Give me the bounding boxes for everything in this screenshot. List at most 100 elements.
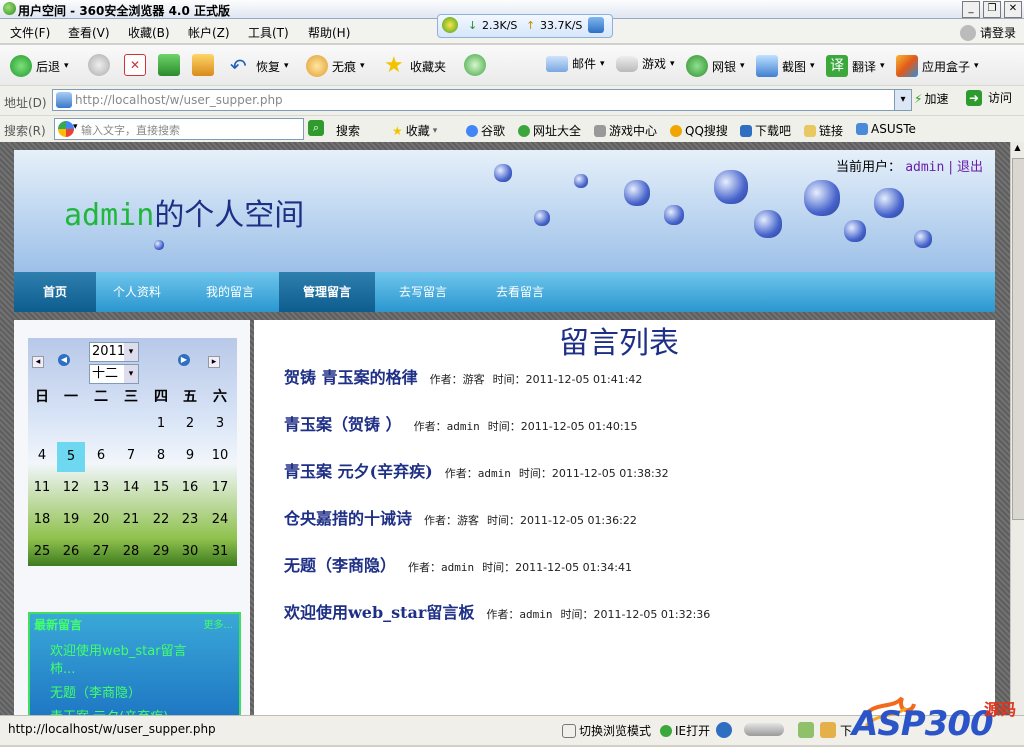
dropdown-icon[interactable]: ▾ <box>880 61 885 71</box>
menu-favorites[interactable]: 收藏(B) <box>128 24 170 41</box>
dropdown-icon[interactable]: ▾ <box>974 61 979 71</box>
screenshot-button[interactable]: 截图 ▾ <box>756 55 815 77</box>
calendar-day[interactable]: 26 <box>57 544 85 559</box>
calendar-day[interactable]: 10 <box>206 448 234 463</box>
calendar-day[interactable]: 14 <box>117 480 145 495</box>
url-input[interactable]: http://localhost/w/user_supper.php ▾ <box>52 89 912 111</box>
message-title-link[interactable]: 青玉案（贺铸 ） <box>284 411 402 435</box>
incognito-button[interactable]: 无痕 ▾ <box>306 55 365 77</box>
calendar-day[interactable]: 1 <box>147 416 175 431</box>
fav-game-center[interactable]: 游戏中心 <box>594 122 657 139</box>
nav-write-message[interactable]: 去写留言 <box>382 272 464 312</box>
close-button[interactable]: ✕ <box>1004 1 1022 18</box>
calendar-day[interactable]: 6 <box>87 448 115 463</box>
calendar-day[interactable]: 29 <box>147 544 175 559</box>
month-select[interactable]: 十二 ▾ <box>89 364 139 384</box>
app-box-button[interactable]: 应用盒子 ▾ <box>896 55 979 77</box>
back-button[interactable]: 后退 ▾ <box>10 55 69 77</box>
calendar-day[interactable]: 2 <box>176 416 204 431</box>
prev-year-icon[interactable]: ◂ <box>32 356 44 368</box>
calendar-day[interactable]: 31 <box>206 544 234 559</box>
prev-month-icon[interactable]: ◀ <box>58 354 70 366</box>
dropdown-icon[interactable]: ▾ <box>600 59 605 69</box>
minimize-button[interactable]: _ <box>962 1 980 18</box>
stop-icon[interactable]: ✕ <box>124 54 146 76</box>
ie-icon[interactable] <box>716 722 732 738</box>
calendar-day[interactable]: 27 <box>87 544 115 559</box>
dropdown-icon[interactable]: ▾ <box>810 61 815 71</box>
calendar-day[interactable]: 11 <box>28 480 56 495</box>
calendar-day[interactable]: 16 <box>176 480 204 495</box>
login-link[interactable]: 请登录 <box>959 24 1016 41</box>
collect-button[interactable]: ★ 收藏 ▾ <box>392 122 437 139</box>
calendar-day[interactable]: 13 <box>87 480 115 495</box>
home-icon[interactable] <box>192 54 214 76</box>
calendar-day[interactable]: 4 <box>28 448 56 463</box>
menu-view[interactable]: 查看(V) <box>68 24 110 41</box>
restore-button[interactable]: ↶ 恢复 ▾ <box>230 55 289 77</box>
fav-asus[interactable]: ASUSTe <box>856 122 916 136</box>
download-icon[interactable] <box>820 722 836 738</box>
forward-icon[interactable] <box>88 54 110 76</box>
menu-tools[interactable]: 工具(T) <box>248 24 289 41</box>
message-title-link[interactable]: 欢迎使用web_star留言板 <box>284 599 474 623</box>
next-month-icon[interactable]: ▶ <box>178 354 190 366</box>
games-button[interactable]: 游戏 ▾ <box>616 55 675 72</box>
latest-item[interactable]: 青玉案 元夕(辛弃疾) <box>50 706 168 715</box>
calendar-day[interactable]: 23 <box>176 512 204 527</box>
calendar-day[interactable]: 22 <box>147 512 175 527</box>
search-icon[interactable]: ⌕ <box>308 120 324 136</box>
maximize-button[interactable]: ❐ <box>983 1 1001 18</box>
fav-links[interactable]: 链接 <box>804 122 843 139</box>
engine-dropdown-icon[interactable]: ▾ <box>73 122 78 132</box>
calendar-day[interactable]: 12 <box>57 480 85 495</box>
url-dropdown-icon[interactable]: ▾ <box>894 90 911 110</box>
calendar-day[interactable]: 19 <box>57 512 85 527</box>
ie-open-button[interactable]: IE打开 <box>660 722 710 739</box>
next-year-icon[interactable]: ▸ <box>208 356 220 368</box>
dropdown-icon[interactable]: ▾ <box>64 61 69 71</box>
calendar-day[interactable]: 9 <box>176 448 204 463</box>
go-button[interactable]: ➜ 访问 <box>966 89 1012 106</box>
mail-button[interactable]: 邮件 ▾ <box>546 55 605 72</box>
calendar-day[interactable]: 20 <box>87 512 115 527</box>
calendar-day[interactable]: 3 <box>206 416 234 431</box>
calendar-day[interactable]: 18 <box>28 512 56 527</box>
scroll-up-icon[interactable]: ▲ <box>1012 143 1023 155</box>
switch-mode-button[interactable]: 切换浏览模式 <box>562 722 651 739</box>
search-input[interactable]: ▾ 输入文字，直接搜索 <box>54 118 304 140</box>
refresh-icon[interactable] <box>158 54 180 76</box>
scrollbar-thumb[interactable] <box>1012 158 1024 520</box>
dropdown-icon[interactable]: ▾ <box>433 126 438 136</box>
fav-download[interactable]: 下载吧 <box>740 122 791 139</box>
nav-home[interactable]: 首页 <box>14 272 96 312</box>
dropdown-icon[interactable]: ▾ <box>284 61 289 71</box>
latest-item[interactable]: 无题（李商隐） <box>50 682 141 701</box>
message-title-link[interactable]: 青玉案 元夕(辛弃疾) <box>284 458 433 482</box>
calendar-day[interactable]: 30 <box>176 544 204 559</box>
calendar-day-today[interactable]: 5 <box>57 442 85 472</box>
dropdown-icon[interactable]: ▾ <box>740 61 745 71</box>
calendar-day[interactable]: 15 <box>147 480 175 495</box>
menu-help[interactable]: 帮助(H) <box>308 24 350 41</box>
translate-button[interactable]: 译 翻译 ▾ <box>826 55 885 77</box>
menu-account[interactable]: 帐户(Z) <box>188 24 230 41</box>
fav-google[interactable]: 谷歌 <box>466 122 505 139</box>
nav-manage-messages[interactable]: 管理留言 <box>279 272 375 312</box>
menu-file[interactable]: 文件(F) <box>10 24 50 41</box>
bank-button[interactable]: 网银 ▾ <box>686 55 745 77</box>
message-title-link[interactable]: 仓央嘉措的十诫诗 <box>284 505 412 529</box>
nav-view-messages[interactable]: 去看留言 <box>479 272 561 312</box>
calendar-day[interactable]: 17 <box>206 480 234 495</box>
fav-qq-search[interactable]: QQ搜搜 <box>670 122 728 139</box>
image-icon[interactable] <box>798 722 814 738</box>
message-title-link[interactable]: 无题（李商隐） <box>284 552 396 576</box>
latest-item[interactable]: 欢迎使用web_star留言 <box>50 640 187 659</box>
nav-my-messages[interactable]: 我的留言 <box>189 272 271 312</box>
calendar-day[interactable]: 8 <box>147 448 175 463</box>
accelerate-button[interactable]: ⚡ 加速 <box>914 90 948 107</box>
latest-item[interactable]: 柿... <box>50 658 75 677</box>
favorites-button[interactable]: ★ 收藏夹 <box>384 55 446 77</box>
calendar-day[interactable]: 24 <box>206 512 234 527</box>
search-button[interactable]: 搜索 <box>336 122 360 139</box>
